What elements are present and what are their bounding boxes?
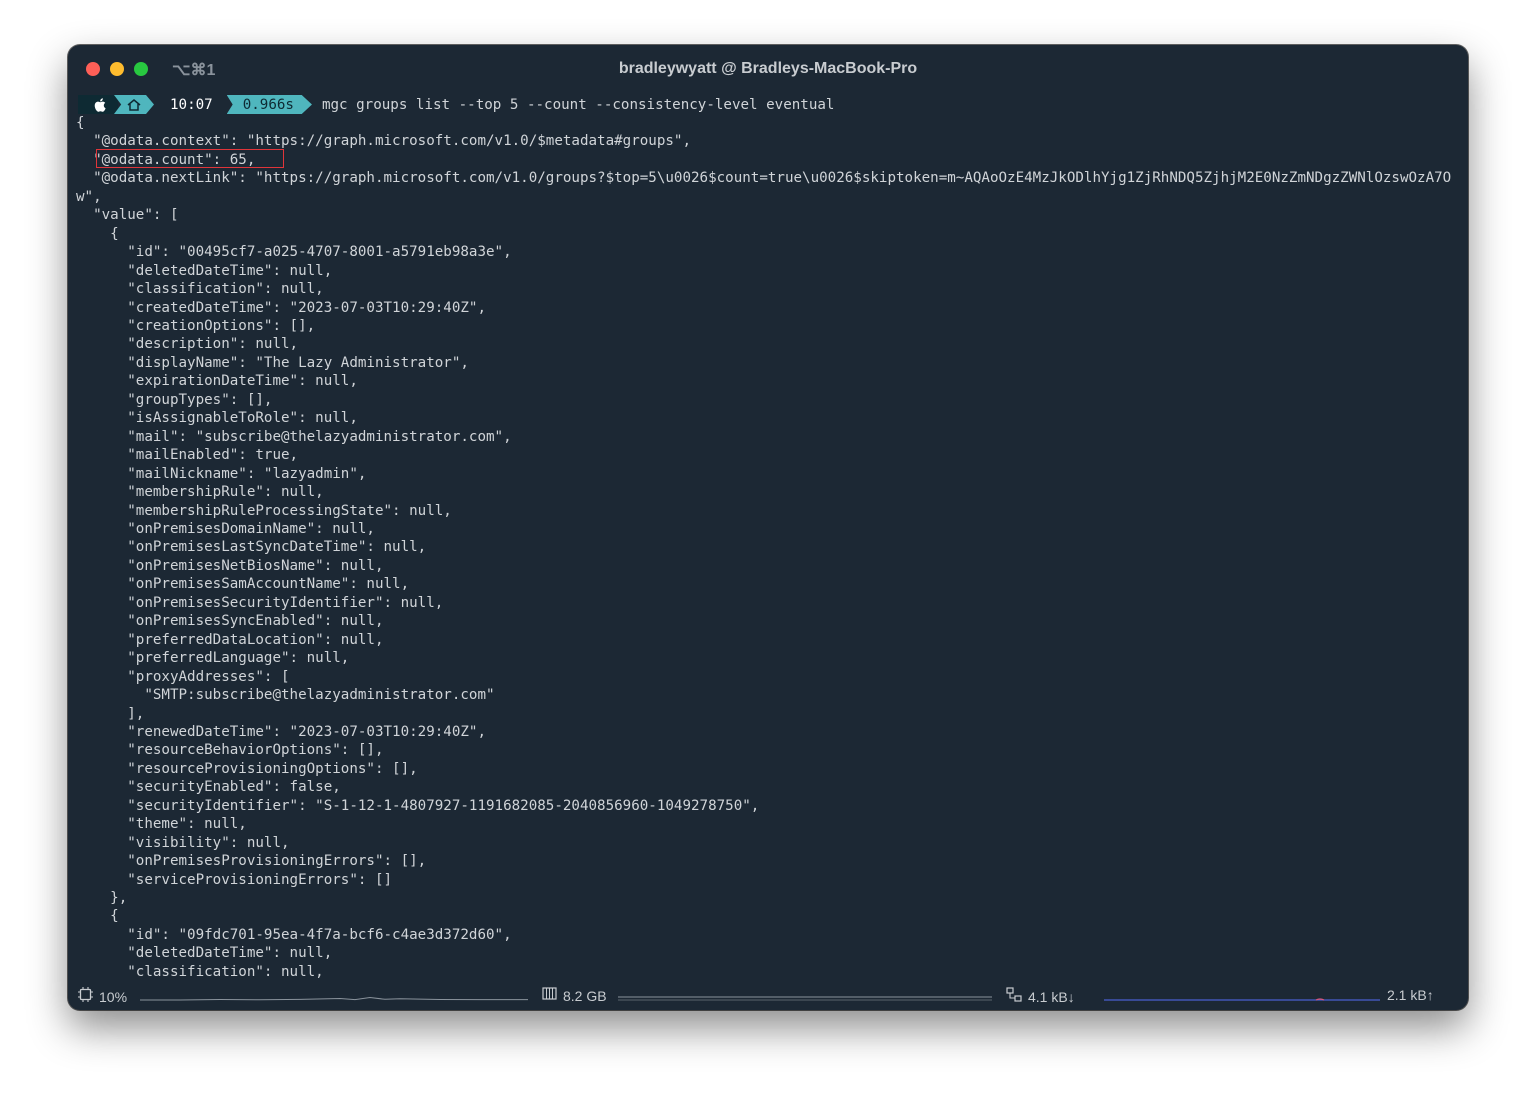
shell-prompt: 10:07 0.966s mgc groups list --top 5 --c…	[78, 95, 834, 114]
output-line: "resourceBehaviorOptions": [],	[76, 742, 384, 759]
output-line: "creationOptions": [],	[76, 317, 316, 334]
output-line: "resourceProvisioningOptions": [],	[76, 760, 418, 777]
status-bar: 10% 8.2 GB 4.1 kB↓ 2.1 kB↑	[68, 983, 1468, 1010]
output-line: "createdDateTime": "2023-07-03T10:29:40Z…	[76, 299, 486, 316]
memory-icon	[542, 987, 557, 1004]
title-bar[interactable]: ⌥⌘1 bradleywyatt @ Bradleys-MacBook-Pro	[68, 45, 1468, 93]
output-line: "onPremisesProvisioningErrors": [],	[76, 853, 427, 870]
output-line: "onPremisesDomainName": null,	[76, 520, 375, 537]
output-line: "securityEnabled": false,	[76, 779, 341, 796]
output-line: "expirationDateTime": null,	[76, 373, 358, 390]
output-line: {	[76, 908, 119, 925]
output-line: "theme": null,	[76, 816, 247, 833]
output-line: "renewedDateTime": "2023-07-03T10:29:40Z…	[76, 723, 486, 740]
output-line: "deletedDateTime": null,	[76, 945, 333, 962]
home-icon	[114, 95, 154, 114]
output-line: "visibility": null,	[76, 834, 290, 851]
memory-value: 8.2 GB	[563, 987, 607, 1004]
cpu-sparkline	[140, 996, 528, 1001]
network-icon	[1006, 987, 1022, 1006]
output-line: "isAssignableToRole": null,	[76, 410, 358, 427]
cpu-value: 10%	[99, 988, 128, 1005]
command-line[interactable]: mgc groups list --top 5 --count --consis…	[322, 97, 835, 113]
output-line: "onPremisesLastSyncDateTime": null,	[76, 539, 427, 556]
terminal-window[interactable]: ⌥⌘1 bradleywyatt @ Bradleys-MacBook-Pro …	[68, 45, 1468, 1010]
output-line: "id": "09fdc701-95ea-4f7a-bcf6-c4ae3d372…	[76, 926, 512, 943]
output-line: "onPremisesSamAccountName": null,	[76, 576, 410, 593]
output-line: "preferredLanguage": null,	[76, 650, 350, 667]
output-line: "deletedDateTime": null,	[76, 262, 333, 279]
output-line: "value": [	[76, 207, 179, 224]
command-output: { "@odata.context": "https://graph.micro…	[76, 114, 1451, 981]
output-line: "onPremisesSecurityIdentifier": null,	[76, 594, 444, 611]
prompt-time: 10:07	[170, 96, 213, 113]
window-title: bradleywyatt @ Bradleys-MacBook-Pro	[618, 60, 918, 77]
output-line: "serviceProvisioningErrors": []	[76, 871, 393, 888]
output-line: "id": "00495cf7-a025-4707-8001-a5791eb98…	[76, 244, 512, 261]
apple-icon	[78, 95, 118, 114]
output-line: "onPremisesSyncEnabled": null,	[76, 613, 384, 630]
network-up-value: 2.1 kB↑	[1387, 987, 1434, 1003]
terminal-content[interactable]: 10:07 0.966s mgc groups list --top 5 --c…	[76, 93, 1460, 983]
output-line: "membershipRuleProcessingState": null,	[76, 502, 452, 519]
output-line: {	[76, 225, 119, 242]
network-down-stat: 4.1 kB↓	[1006, 987, 1075, 1006]
cpu-stat: 10%	[78, 987, 127, 1006]
output-line: "@odata.nextLink": "https://graph.micros…	[76, 170, 1452, 187]
output-line: "groupTypes": [],	[76, 391, 273, 408]
memory-sparkline	[618, 996, 992, 1001]
output-line: "SMTP:subscribe@thelazyadministrator.com…	[76, 687, 495, 704]
output-line: "proxyAddresses": [	[76, 668, 290, 685]
output-line: "onPremisesNetBiosName": null,	[76, 557, 384, 574]
output-line: "mail": "subscribe@thelazyadministrator.…	[76, 428, 512, 445]
output-line: "mailNickname": "lazyadmin",	[76, 465, 367, 482]
output-line: },	[76, 890, 128, 907]
count-highlight-box	[96, 149, 284, 168]
output-line: "membershipRule": null,	[76, 484, 324, 501]
output-line: w",	[76, 188, 102, 205]
network-sparkline	[1104, 998, 1380, 1001]
output-line: "preferredDataLocation": null,	[76, 631, 384, 648]
output-line: "classification": null,	[76, 281, 324, 298]
output-line: "description": null,	[76, 336, 299, 353]
output-line: {	[76, 115, 85, 131]
output-line: "mailEnabled": true,	[76, 447, 299, 464]
network-up-stat: 2.1 kB↑	[1387, 987, 1434, 1003]
output-line: ],	[76, 705, 145, 722]
network-down-value: 4.1 kB↓	[1028, 988, 1075, 1005]
memory-stat: 8.2 GB	[542, 987, 607, 1004]
output-line: "securityIdentifier": "S-1-12-1-4807927-…	[76, 797, 760, 814]
prompt-duration: 0.966s	[226, 95, 312, 114]
cpu-icon	[78, 987, 93, 1006]
output-line: "classification": null,	[76, 963, 324, 980]
output-line: "displayName": "The Lazy Administrator",	[76, 354, 469, 371]
